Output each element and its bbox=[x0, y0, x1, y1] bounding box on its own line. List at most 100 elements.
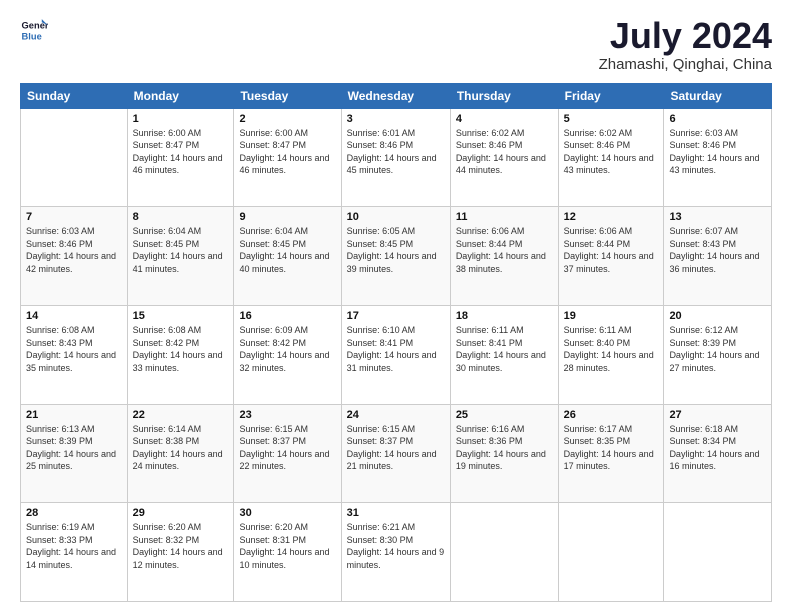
location: Zhamashi, Qinghai, China bbox=[599, 56, 772, 73]
table-row: 19 Sunrise: 6:11 AM Sunset: 8:40 PM Dayl… bbox=[558, 305, 664, 404]
cell-sunrise: Sunrise: 6:07 AM bbox=[669, 226, 738, 236]
cell-sunrise: Sunrise: 6:12 AM bbox=[669, 325, 738, 335]
table-row: 17 Sunrise: 6:10 AM Sunset: 8:41 PM Dayl… bbox=[341, 305, 450, 404]
cell-daylight: Daylight: 14 hours and 43 minutes. bbox=[669, 153, 759, 176]
table-row: 18 Sunrise: 6:11 AM Sunset: 8:41 PM Dayl… bbox=[450, 305, 558, 404]
cell-sunset: Sunset: 8:42 PM bbox=[239, 338, 306, 348]
day-number: 4 bbox=[456, 113, 553, 125]
logo-icon: General Blue bbox=[20, 16, 48, 44]
day-number: 13 bbox=[669, 211, 766, 223]
day-number: 24 bbox=[347, 409, 445, 421]
cell-sunrise: Sunrise: 6:00 AM bbox=[239, 128, 308, 138]
cell-sunrise: Sunrise: 6:17 AM bbox=[564, 424, 633, 434]
cell-sunset: Sunset: 8:46 PM bbox=[669, 140, 736, 150]
day-number: 14 bbox=[26, 310, 122, 322]
cell-sunrise: Sunrise: 6:02 AM bbox=[456, 128, 525, 138]
cell-daylight: Daylight: 14 hours and 17 minutes. bbox=[564, 449, 654, 472]
header-sunday: Sunday bbox=[21, 83, 128, 108]
table-row: 8 Sunrise: 6:04 AM Sunset: 8:45 PM Dayli… bbox=[127, 207, 234, 306]
table-row: 13 Sunrise: 6:07 AM Sunset: 8:43 PM Dayl… bbox=[664, 207, 772, 306]
calendar-row: 21 Sunrise: 6:13 AM Sunset: 8:39 PM Dayl… bbox=[21, 404, 772, 503]
title-area: July 2024 Zhamashi, Qinghai, China bbox=[599, 16, 772, 73]
cell-sunrise: Sunrise: 6:21 AM bbox=[347, 522, 416, 532]
table-row: 2 Sunrise: 6:00 AM Sunset: 8:47 PM Dayli… bbox=[234, 108, 341, 207]
header: General Blue July 2024 Zhamashi, Qinghai… bbox=[20, 16, 772, 73]
table-row: 23 Sunrise: 6:15 AM Sunset: 8:37 PM Dayl… bbox=[234, 404, 341, 503]
cell-sunrise: Sunrise: 6:04 AM bbox=[133, 226, 202, 236]
cell-daylight: Daylight: 14 hours and 46 minutes. bbox=[239, 153, 329, 176]
table-row: 27 Sunrise: 6:18 AM Sunset: 8:34 PM Dayl… bbox=[664, 404, 772, 503]
day-number: 10 bbox=[347, 211, 445, 223]
cell-daylight: Daylight: 14 hours and 9 minutes. bbox=[347, 547, 445, 570]
cell-sunrise: Sunrise: 6:03 AM bbox=[669, 128, 738, 138]
table-row: 24 Sunrise: 6:15 AM Sunset: 8:37 PM Dayl… bbox=[341, 404, 450, 503]
cell-daylight: Daylight: 14 hours and 32 minutes. bbox=[239, 350, 329, 373]
cell-sunset: Sunset: 8:41 PM bbox=[347, 338, 414, 348]
day-number: 2 bbox=[239, 113, 335, 125]
day-number: 1 bbox=[133, 113, 229, 125]
cell-sunset: Sunset: 8:47 PM bbox=[239, 140, 306, 150]
table-row: 22 Sunrise: 6:14 AM Sunset: 8:38 PM Dayl… bbox=[127, 404, 234, 503]
table-row: 15 Sunrise: 6:08 AM Sunset: 8:42 PM Dayl… bbox=[127, 305, 234, 404]
cell-daylight: Daylight: 14 hours and 14 minutes. bbox=[26, 547, 116, 570]
table-row: 4 Sunrise: 6:02 AM Sunset: 8:46 PM Dayli… bbox=[450, 108, 558, 207]
cell-sunset: Sunset: 8:39 PM bbox=[669, 338, 736, 348]
svg-text:Blue: Blue bbox=[22, 31, 42, 41]
cell-sunset: Sunset: 8:40 PM bbox=[564, 338, 631, 348]
cell-sunset: Sunset: 8:46 PM bbox=[347, 140, 414, 150]
cell-sunrise: Sunrise: 6:01 AM bbox=[347, 128, 416, 138]
day-number: 16 bbox=[239, 310, 335, 322]
cell-daylight: Daylight: 14 hours and 25 minutes. bbox=[26, 449, 116, 472]
cell-sunrise: Sunrise: 6:00 AM bbox=[133, 128, 202, 138]
cell-daylight: Daylight: 14 hours and 46 minutes. bbox=[133, 153, 223, 176]
cell-sunrise: Sunrise: 6:09 AM bbox=[239, 325, 308, 335]
calendar-page: General Blue July 2024 Zhamashi, Qinghai… bbox=[0, 0, 792, 612]
table-row: 28 Sunrise: 6:19 AM Sunset: 8:33 PM Dayl… bbox=[21, 503, 128, 602]
table-row bbox=[664, 503, 772, 602]
day-number: 8 bbox=[133, 211, 229, 223]
calendar-row: 28 Sunrise: 6:19 AM Sunset: 8:33 PM Dayl… bbox=[21, 503, 772, 602]
day-number: 5 bbox=[564, 113, 659, 125]
day-number: 6 bbox=[669, 113, 766, 125]
cell-sunset: Sunset: 8:35 PM bbox=[564, 436, 631, 446]
header-wednesday: Wednesday bbox=[341, 83, 450, 108]
table-row: 1 Sunrise: 6:00 AM Sunset: 8:47 PM Dayli… bbox=[127, 108, 234, 207]
day-number: 23 bbox=[239, 409, 335, 421]
table-row: 16 Sunrise: 6:09 AM Sunset: 8:42 PM Dayl… bbox=[234, 305, 341, 404]
calendar-row: 7 Sunrise: 6:03 AM Sunset: 8:46 PM Dayli… bbox=[21, 207, 772, 306]
header-saturday: Saturday bbox=[664, 83, 772, 108]
day-number: 11 bbox=[456, 211, 553, 223]
cell-sunset: Sunset: 8:32 PM bbox=[133, 535, 200, 545]
day-number: 9 bbox=[239, 211, 335, 223]
cell-sunrise: Sunrise: 6:15 AM bbox=[347, 424, 416, 434]
cell-sunset: Sunset: 8:41 PM bbox=[456, 338, 523, 348]
header-thursday: Thursday bbox=[450, 83, 558, 108]
cell-daylight: Daylight: 14 hours and 39 minutes. bbox=[347, 251, 437, 274]
cell-sunset: Sunset: 8:46 PM bbox=[456, 140, 523, 150]
cell-sunrise: Sunrise: 6:20 AM bbox=[133, 522, 202, 532]
cell-sunrise: Sunrise: 6:13 AM bbox=[26, 424, 95, 434]
calendar-table: Sunday Monday Tuesday Wednesday Thursday… bbox=[20, 83, 772, 602]
table-row: 20 Sunrise: 6:12 AM Sunset: 8:39 PM Dayl… bbox=[664, 305, 772, 404]
cell-daylight: Daylight: 14 hours and 37 minutes. bbox=[564, 251, 654, 274]
table-row: 30 Sunrise: 6:20 AM Sunset: 8:31 PM Dayl… bbox=[234, 503, 341, 602]
cell-daylight: Daylight: 14 hours and 44 minutes. bbox=[456, 153, 546, 176]
cell-sunset: Sunset: 8:43 PM bbox=[669, 239, 736, 249]
day-number: 20 bbox=[669, 310, 766, 322]
logo: General Blue bbox=[20, 16, 48, 44]
table-row bbox=[450, 503, 558, 602]
day-number: 22 bbox=[133, 409, 229, 421]
table-row: 3 Sunrise: 6:01 AM Sunset: 8:46 PM Dayli… bbox=[341, 108, 450, 207]
header-row: Sunday Monday Tuesday Wednesday Thursday… bbox=[21, 83, 772, 108]
cell-sunset: Sunset: 8:43 PM bbox=[26, 338, 93, 348]
header-tuesday: Tuesday bbox=[234, 83, 341, 108]
cell-daylight: Daylight: 14 hours and 24 minutes. bbox=[133, 449, 223, 472]
cell-sunset: Sunset: 8:31 PM bbox=[239, 535, 306, 545]
cell-sunrise: Sunrise: 6:05 AM bbox=[347, 226, 416, 236]
cell-sunrise: Sunrise: 6:15 AM bbox=[239, 424, 308, 434]
day-number: 25 bbox=[456, 409, 553, 421]
cell-daylight: Daylight: 14 hours and 45 minutes. bbox=[347, 153, 437, 176]
cell-sunset: Sunset: 8:37 PM bbox=[239, 436, 306, 446]
cell-sunrise: Sunrise: 6:11 AM bbox=[456, 325, 524, 335]
cell-daylight: Daylight: 14 hours and 12 minutes. bbox=[133, 547, 223, 570]
